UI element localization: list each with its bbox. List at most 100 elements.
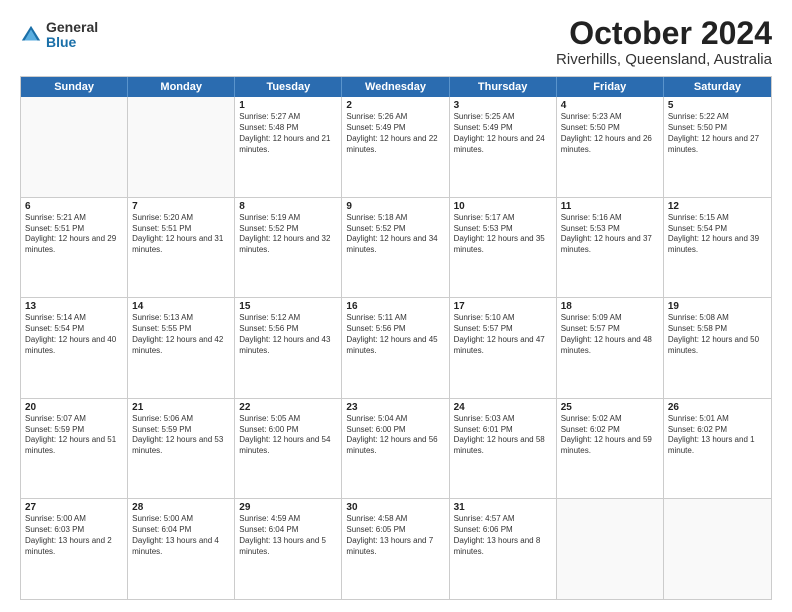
day-cell-31: 31Sunrise: 4:57 AM Sunset: 6:06 PM Dayli… bbox=[450, 499, 557, 599]
logo: General Blue bbox=[20, 20, 98, 51]
day-info: Sunrise: 5:20 AM Sunset: 5:51 PM Dayligh… bbox=[132, 213, 230, 256]
day-number: 17 bbox=[454, 301, 552, 312]
day-cell-24: 24Sunrise: 5:03 AM Sunset: 6:01 PM Dayli… bbox=[450, 399, 557, 499]
day-info: Sunrise: 5:27 AM Sunset: 5:48 PM Dayligh… bbox=[239, 112, 337, 155]
day-number: 19 bbox=[668, 301, 767, 312]
day-number: 4 bbox=[561, 100, 659, 111]
day-info: Sunrise: 5:02 AM Sunset: 6:02 PM Dayligh… bbox=[561, 414, 659, 457]
calendar: SundayMondayTuesdayWednesdayThursdayFrid… bbox=[20, 76, 772, 600]
header-day-wednesday: Wednesday bbox=[342, 77, 449, 97]
day-number: 29 bbox=[239, 502, 337, 513]
calendar-body: 1Sunrise: 5:27 AM Sunset: 5:48 PM Daylig… bbox=[21, 97, 771, 599]
logo-icon bbox=[20, 24, 42, 46]
calendar-header: SundayMondayTuesdayWednesdayThursdayFrid… bbox=[21, 77, 771, 97]
day-info: Sunrise: 5:10 AM Sunset: 5:57 PM Dayligh… bbox=[454, 313, 552, 356]
day-info: Sunrise: 5:08 AM Sunset: 5:58 PM Dayligh… bbox=[668, 313, 767, 356]
day-number: 21 bbox=[132, 402, 230, 413]
day-cell-14: 14Sunrise: 5:13 AM Sunset: 5:55 PM Dayli… bbox=[128, 298, 235, 398]
day-cell-16: 16Sunrise: 5:11 AM Sunset: 5:56 PM Dayli… bbox=[342, 298, 449, 398]
day-number: 8 bbox=[239, 201, 337, 212]
day-info: Sunrise: 5:17 AM Sunset: 5:53 PM Dayligh… bbox=[454, 213, 552, 256]
day-number: 31 bbox=[454, 502, 552, 513]
day-number: 11 bbox=[561, 201, 659, 212]
calendar-row-1: 6Sunrise: 5:21 AM Sunset: 5:51 PM Daylig… bbox=[21, 198, 771, 299]
day-cell-17: 17Sunrise: 5:10 AM Sunset: 5:57 PM Dayli… bbox=[450, 298, 557, 398]
day-number: 9 bbox=[346, 201, 444, 212]
day-number: 23 bbox=[346, 402, 444, 413]
day-cell-25: 25Sunrise: 5:02 AM Sunset: 6:02 PM Dayli… bbox=[557, 399, 664, 499]
day-info: Sunrise: 5:03 AM Sunset: 6:01 PM Dayligh… bbox=[454, 414, 552, 457]
day-cell-23: 23Sunrise: 5:04 AM Sunset: 6:00 PM Dayli… bbox=[342, 399, 449, 499]
calendar-row-4: 27Sunrise: 5:00 AM Sunset: 6:03 PM Dayli… bbox=[21, 499, 771, 599]
day-info: Sunrise: 5:14 AM Sunset: 5:54 PM Dayligh… bbox=[25, 313, 123, 356]
header-day-monday: Monday bbox=[128, 77, 235, 97]
day-info: Sunrise: 5:00 AM Sunset: 6:03 PM Dayligh… bbox=[25, 514, 123, 557]
day-info: Sunrise: 5:26 AM Sunset: 5:49 PM Dayligh… bbox=[346, 112, 444, 155]
day-number: 28 bbox=[132, 502, 230, 513]
day-info: Sunrise: 5:25 AM Sunset: 5:49 PM Dayligh… bbox=[454, 112, 552, 155]
day-number: 27 bbox=[25, 502, 123, 513]
location: Riverhills, Queensland, Australia bbox=[556, 51, 772, 68]
day-number: 5 bbox=[668, 100, 767, 111]
day-number: 10 bbox=[454, 201, 552, 212]
day-info: Sunrise: 5:21 AM Sunset: 5:51 PM Dayligh… bbox=[25, 213, 123, 256]
day-info: Sunrise: 5:15 AM Sunset: 5:54 PM Dayligh… bbox=[668, 213, 767, 256]
day-cell-2: 2Sunrise: 5:26 AM Sunset: 5:49 PM Daylig… bbox=[342, 97, 449, 197]
day-info: Sunrise: 5:05 AM Sunset: 6:00 PM Dayligh… bbox=[239, 414, 337, 457]
empty-cell-4-6 bbox=[664, 499, 771, 599]
day-info: Sunrise: 5:12 AM Sunset: 5:56 PM Dayligh… bbox=[239, 313, 337, 356]
day-info: Sunrise: 4:57 AM Sunset: 6:06 PM Dayligh… bbox=[454, 514, 552, 557]
day-cell-26: 26Sunrise: 5:01 AM Sunset: 6:02 PM Dayli… bbox=[664, 399, 771, 499]
header-day-friday: Friday bbox=[557, 77, 664, 97]
day-cell-7: 7Sunrise: 5:20 AM Sunset: 5:51 PM Daylig… bbox=[128, 198, 235, 298]
day-info: Sunrise: 5:06 AM Sunset: 5:59 PM Dayligh… bbox=[132, 414, 230, 457]
title-block: October 2024 Riverhills, Queensland, Aus… bbox=[556, 16, 772, 68]
day-cell-15: 15Sunrise: 5:12 AM Sunset: 5:56 PM Dayli… bbox=[235, 298, 342, 398]
day-cell-3: 3Sunrise: 5:25 AM Sunset: 5:49 PM Daylig… bbox=[450, 97, 557, 197]
day-cell-10: 10Sunrise: 5:17 AM Sunset: 5:53 PM Dayli… bbox=[450, 198, 557, 298]
header-day-sunday: Sunday bbox=[21, 77, 128, 97]
month-title: October 2024 bbox=[556, 16, 772, 51]
day-info: Sunrise: 5:00 AM Sunset: 6:04 PM Dayligh… bbox=[132, 514, 230, 557]
day-number: 26 bbox=[668, 402, 767, 413]
day-cell-29: 29Sunrise: 4:59 AM Sunset: 6:04 PM Dayli… bbox=[235, 499, 342, 599]
day-number: 18 bbox=[561, 301, 659, 312]
day-number: 25 bbox=[561, 402, 659, 413]
day-info: Sunrise: 5:19 AM Sunset: 5:52 PM Dayligh… bbox=[239, 213, 337, 256]
day-info: Sunrise: 5:07 AM Sunset: 5:59 PM Dayligh… bbox=[25, 414, 123, 457]
day-cell-18: 18Sunrise: 5:09 AM Sunset: 5:57 PM Dayli… bbox=[557, 298, 664, 398]
day-number: 22 bbox=[239, 402, 337, 413]
day-number: 24 bbox=[454, 402, 552, 413]
day-info: Sunrise: 5:09 AM Sunset: 5:57 PM Dayligh… bbox=[561, 313, 659, 356]
calendar-row-3: 20Sunrise: 5:07 AM Sunset: 5:59 PM Dayli… bbox=[21, 399, 771, 500]
day-info: Sunrise: 4:59 AM Sunset: 6:04 PM Dayligh… bbox=[239, 514, 337, 557]
header-day-thursday: Thursday bbox=[450, 77, 557, 97]
day-cell-12: 12Sunrise: 5:15 AM Sunset: 5:54 PM Dayli… bbox=[664, 198, 771, 298]
day-cell-30: 30Sunrise: 4:58 AM Sunset: 6:05 PM Dayli… bbox=[342, 499, 449, 599]
day-number: 12 bbox=[668, 201, 767, 212]
day-cell-5: 5Sunrise: 5:22 AM Sunset: 5:50 PM Daylig… bbox=[664, 97, 771, 197]
header-day-tuesday: Tuesday bbox=[235, 77, 342, 97]
empty-cell-0-1 bbox=[128, 97, 235, 197]
day-info: Sunrise: 5:16 AM Sunset: 5:53 PM Dayligh… bbox=[561, 213, 659, 256]
day-info: Sunrise: 5:22 AM Sunset: 5:50 PM Dayligh… bbox=[668, 112, 767, 155]
day-info: Sunrise: 5:01 AM Sunset: 6:02 PM Dayligh… bbox=[668, 414, 767, 457]
day-number: 13 bbox=[25, 301, 123, 312]
day-number: 3 bbox=[454, 100, 552, 111]
day-number: 20 bbox=[25, 402, 123, 413]
day-info: Sunrise: 5:18 AM Sunset: 5:52 PM Dayligh… bbox=[346, 213, 444, 256]
day-cell-1: 1Sunrise: 5:27 AM Sunset: 5:48 PM Daylig… bbox=[235, 97, 342, 197]
day-number: 16 bbox=[346, 301, 444, 312]
calendar-row-0: 1Sunrise: 5:27 AM Sunset: 5:48 PM Daylig… bbox=[21, 97, 771, 198]
day-info: Sunrise: 5:11 AM Sunset: 5:56 PM Dayligh… bbox=[346, 313, 444, 356]
logo-general: General bbox=[46, 20, 98, 35]
page: General Blue October 2024 Riverhills, Qu… bbox=[0, 0, 792, 612]
day-number: 2 bbox=[346, 100, 444, 111]
day-info: Sunrise: 5:23 AM Sunset: 5:50 PM Dayligh… bbox=[561, 112, 659, 155]
day-number: 6 bbox=[25, 201, 123, 212]
day-cell-9: 9Sunrise: 5:18 AM Sunset: 5:52 PM Daylig… bbox=[342, 198, 449, 298]
day-number: 14 bbox=[132, 301, 230, 312]
logo-blue: Blue bbox=[46, 35, 98, 50]
day-cell-28: 28Sunrise: 5:00 AM Sunset: 6:04 PM Dayli… bbox=[128, 499, 235, 599]
day-number: 7 bbox=[132, 201, 230, 212]
